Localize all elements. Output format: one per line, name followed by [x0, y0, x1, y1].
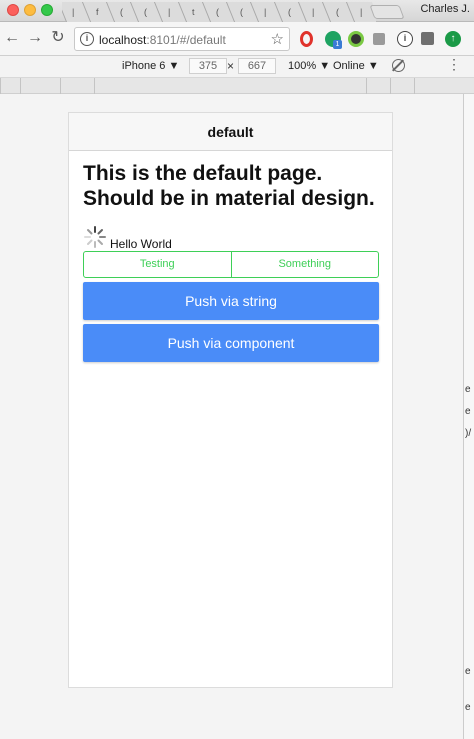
gray-extension-icon[interactable] [373, 33, 385, 45]
opera-extension-icon[interactable] [300, 31, 313, 47]
forward-arrow-icon[interactable]: → [25, 28, 45, 48]
ruler-segment[interactable] [390, 78, 414, 94]
push-via-string-button[interactable]: Push via string [83, 282, 379, 320]
segment-control: Testing Something [83, 251, 379, 278]
device-select[interactable]: iPhone 6 ▼ [122, 60, 179, 72]
minimize-window-button[interactable] [24, 4, 36, 16]
reload-icon[interactable]: ↻ [48, 28, 68, 48]
ruler-segment[interactable] [94, 78, 366, 94]
update-extension-icon[interactable]: ↑ [445, 31, 461, 47]
back-arrow-icon[interactable]: ← [2, 28, 22, 48]
page-heading: This is the default page. Should be in m… [83, 162, 375, 210]
ruler-segment[interactable] [0, 78, 20, 94]
browser-toolbar: ← → ↻ i localhost:8101/#/default ☆ 1 i ↑ [0, 22, 474, 56]
emulated-device-screen: default This is the default page. Should… [68, 112, 393, 688]
nav-bar-title: default [69, 113, 392, 151]
zoom-select[interactable]: 100% ▼ [288, 60, 330, 72]
loading-spinner-icon [84, 226, 106, 248]
url-text[interactable]: localhost:8101/#/default [99, 33, 226, 47]
more-options-icon[interactable]: ⋮ [447, 56, 461, 73]
media-query-ruler[interactable] [0, 78, 474, 94]
window-titlebar: | f ( ( | t ( ( | ( | ( | Charles J. [0, 0, 474, 22]
url-host: localhost [99, 33, 147, 47]
segment-button-testing[interactable]: Testing [84, 252, 231, 277]
ruler-segment[interactable] [60, 78, 94, 94]
ruler-segment[interactable] [366, 78, 390, 94]
dimension-separator: × [227, 59, 235, 73]
address-bar[interactable]: i localhost:8101/#/default ☆ [74, 27, 290, 51]
device-width-input[interactable]: 375 [189, 58, 227, 74]
close-window-button[interactable] [7, 4, 19, 16]
dark-extension-icon[interactable] [421, 32, 434, 45]
camera-extension-icon[interactable] [348, 31, 364, 47]
ruler-segment[interactable] [20, 78, 60, 94]
network-throttle-select[interactable]: Online ▼ [333, 60, 379, 72]
tab-strip: | f ( ( | t ( ( | ( | ( | [62, 2, 376, 22]
profile-name[interactable]: Charles J. [420, 3, 470, 15]
extension-badge: 1 [333, 40, 342, 49]
maximize-window-button[interactable] [41, 4, 53, 16]
ruler-segment[interactable] [414, 78, 463, 94]
bookmark-star-icon[interactable]: ☆ [271, 30, 284, 48]
info-extension-icon[interactable]: i [397, 31, 413, 47]
segment-button-something[interactable]: Something [230, 252, 379, 277]
new-tab-button[interactable] [369, 5, 405, 19]
device-height-input[interactable]: 667 [238, 58, 276, 74]
site-info-icon[interactable]: i [80, 32, 94, 46]
rotate-disabled-icon[interactable] [392, 59, 405, 72]
hello-text: Hello World [110, 237, 172, 251]
device-toolbar: iPhone 6 ▼ 375 × 667 100% ▼ Online ▼ ⋮ [0, 56, 474, 78]
push-via-component-button[interactable]: Push via component [83, 324, 379, 362]
devtools-panel-edge[interactable]: e e )/ e e [463, 94, 474, 739]
url-path: :8101/#/default [146, 33, 226, 47]
